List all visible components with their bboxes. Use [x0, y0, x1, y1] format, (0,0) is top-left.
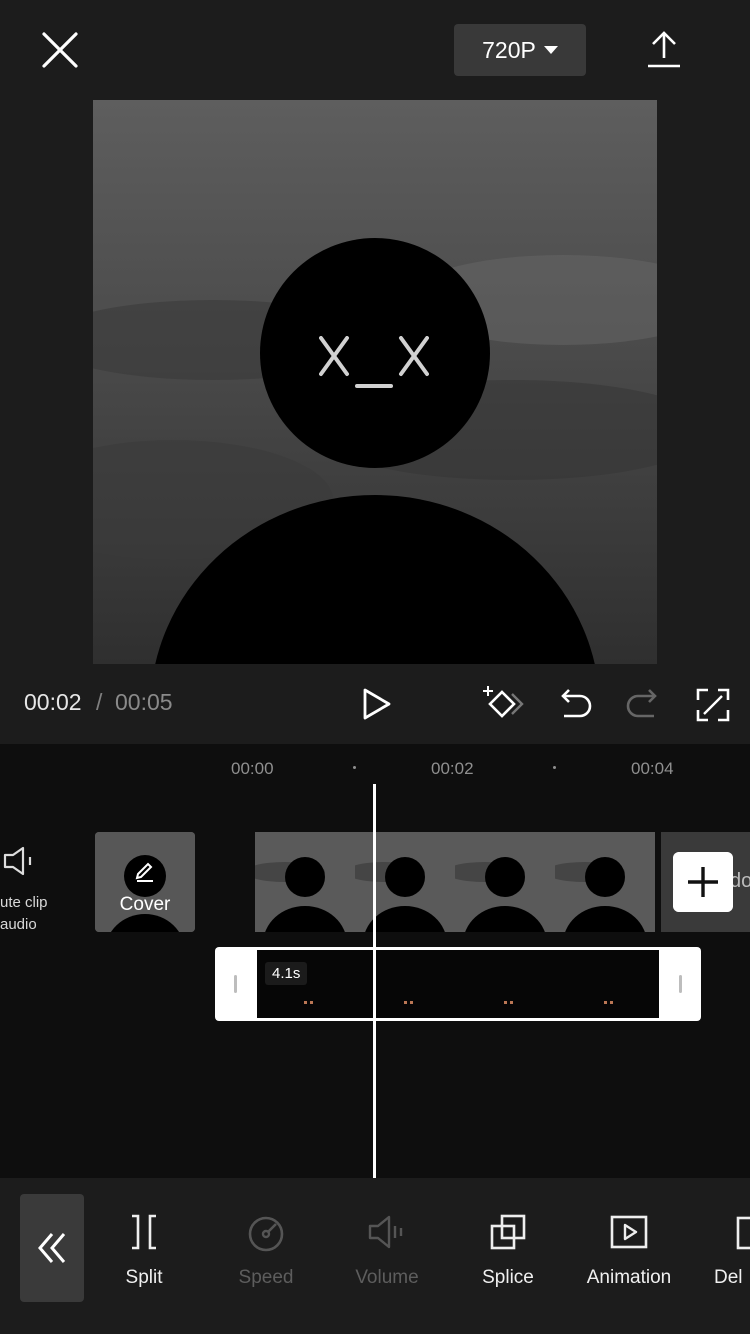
redo-button[interactable] [626, 688, 662, 720]
clip-frame [455, 832, 555, 932]
splice-label: Splice [482, 1267, 534, 1288]
animation-button[interactable]: Animation [573, 1212, 685, 1292]
ruler-label: 00:04 [631, 759, 674, 778]
add-keyframe-button[interactable] [482, 684, 526, 724]
truncated-track-label: do [730, 870, 750, 892]
speaker-icon [3, 846, 32, 876]
clip-frame [555, 832, 655, 932]
video-clip-track[interactable] [255, 832, 661, 932]
clip-frame [355, 832, 455, 932]
speed-button[interactable]: Speed [210, 1212, 322, 1292]
double-chevron-left-icon [38, 1233, 66, 1263]
clip-frame [255, 832, 355, 932]
current-time: 00:02 [24, 689, 82, 715]
animation-label: Animation [586, 1267, 672, 1288]
mute-label-line2: audio [0, 916, 37, 933]
time-separator: / [96, 689, 103, 715]
ruler-tick [353, 766, 356, 769]
play-button[interactable] [358, 686, 394, 722]
video-preview[interactable] [93, 100, 657, 664]
resolution-label: 720P [482, 36, 536, 63]
delete-icon [736, 1216, 750, 1250]
export-button[interactable] [644, 28, 684, 72]
volume-button[interactable]: Volume [331, 1212, 443, 1292]
resolution-dropdown[interactable]: 720P [454, 24, 586, 76]
split-icon [132, 1214, 156, 1250]
total-time: 00:05 [115, 689, 173, 715]
ruler-tick [553, 766, 556, 769]
add-clip-button[interactable] [673, 852, 733, 912]
left-trim-handle[interactable] [234, 975, 237, 993]
right-trim-handle[interactable] [679, 975, 682, 993]
overlay-clip-content: 4.1s [257, 950, 659, 1018]
mute-clip-label: ute clip audio [0, 892, 70, 936]
splice-icon [490, 1214, 526, 1250]
selected-overlay-clip[interactable]: 4.1s [215, 947, 701, 1021]
volume-icon [368, 1215, 403, 1249]
ruler-label: 00:00 [231, 759, 274, 778]
collapse-toolbar-button[interactable] [20, 1194, 84, 1302]
close-button[interactable] [38, 28, 82, 72]
cover-label: Cover [119, 894, 171, 915]
split-button[interactable]: Split [88, 1212, 200, 1292]
speed-icon [248, 1216, 284, 1252]
preview-image [93, 100, 657, 664]
edit-icon [135, 862, 153, 882]
overlay-frames [304, 1001, 613, 1004]
splice-button[interactable]: Splice [452, 1212, 564, 1292]
caret-down-icon [543, 46, 558, 54]
ruler-label: 00:02 [431, 759, 474, 778]
cover-button[interactable]: Cover [95, 832, 195, 932]
volume-label: Volume [355, 1267, 419, 1288]
fullscreen-button[interactable] [696, 688, 730, 722]
undo-button[interactable] [556, 688, 592, 720]
playhead[interactable] [373, 784, 376, 1178]
speed-label: Speed [238, 1267, 294, 1288]
delete-button[interactable]: Del [694, 1212, 750, 1292]
animation-icon [610, 1215, 648, 1249]
delete-label: Del [714, 1267, 743, 1288]
mute-label-line1: ute clip [0, 894, 48, 911]
split-label: Split [125, 1267, 163, 1288]
